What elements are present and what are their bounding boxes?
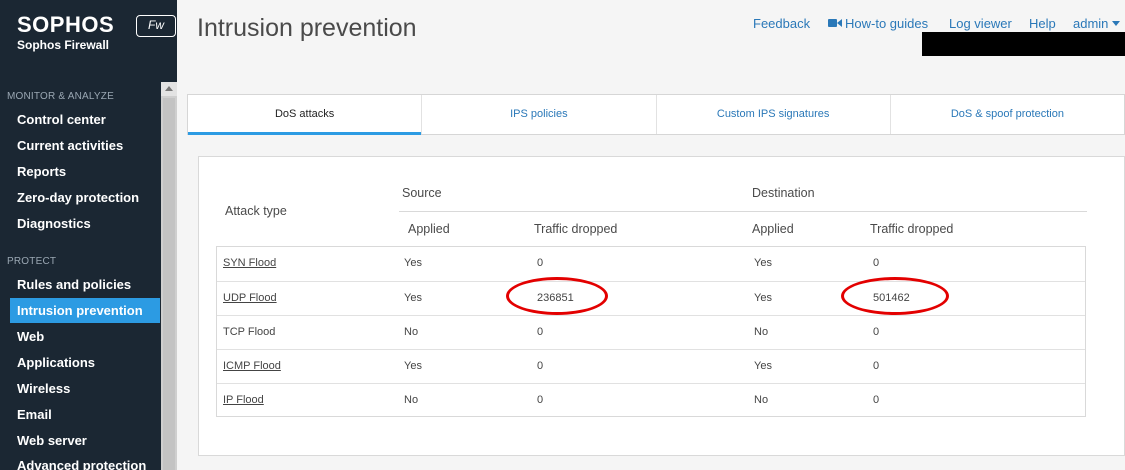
highlight-circle-destination [841,277,949,315]
video-camera-icon [828,19,842,27]
attack-type-link[interactable]: UDP Flood [223,282,277,315]
column-header-source-dropped: Traffic dropped [534,222,618,236]
attack-type-link[interactable]: ICMP Flood [223,350,281,383]
destination-applied: Yes [754,360,772,372]
sidebar-item-wireless[interactable]: Wireless [10,376,160,401]
dos-attacks-table: SYN Flood Yes 0 Yes 0 UDP Flood Yes 2368… [216,246,1086,417]
destination-traffic-dropped: 0 [873,257,880,269]
log-viewer-link[interactable]: Log viewer [949,16,1012,31]
destination-traffic-dropped: 0 [873,326,880,338]
scroll-up-arrow-icon[interactable] [161,82,177,96]
brand-name: SOPHOS [17,12,115,37]
table-row: UDP Flood Yes 236851 Yes 501462 [217,281,1085,315]
attack-type-label: TCP Flood [223,326,276,338]
firewall-badge: Fw [136,15,176,37]
redaction-block [922,32,1125,56]
destination-applied: Yes [754,257,772,269]
table-row: IP Flood No 0 No 0 [217,383,1085,417]
sidebar-item-advanced-protection[interactable]: Advanced protection [10,453,160,470]
scroll-thumb[interactable] [163,98,175,470]
brand-subtitle: Sophos Firewall [17,38,110,52]
destination-applied: Yes [754,292,772,304]
destination-traffic-dropped: 0 [873,360,880,372]
sidebar-item-zero-day-protection[interactable]: Zero-day protection [10,185,160,210]
source-traffic-dropped: 0 [537,394,544,406]
tab-dos-attacks[interactable]: DoS attacks [188,95,422,135]
admin-label: admin [1073,16,1109,31]
sidebar-item-diagnostics[interactable]: Diagnostics [10,211,160,236]
sidebar-item-control-center[interactable]: Control center [10,107,160,132]
column-header-attack-type: Attack type [225,204,287,218]
sidebar-item-current-activities[interactable]: Current activities [10,133,160,158]
sidebar-item-applications[interactable]: Applications [10,350,160,375]
group-divider [399,211,1087,212]
source-applied: Yes [404,292,422,304]
column-header-destination-applied: Applied [752,222,794,236]
table-row: SYN Flood Yes 0 Yes 0 [217,247,1085,281]
feedback-link[interactable]: Feedback [753,16,810,31]
nav-section-monitor: MONITOR & ANALYZE [7,91,114,102]
column-group-source: Source [402,186,442,200]
source-traffic-dropped: 0 [537,257,544,269]
sidebar-item-intrusion-prevention[interactable]: Intrusion prevention [10,298,160,323]
tab-custom-ips-signatures[interactable]: Custom IPS signatures [655,95,890,134]
tab-ips-policies[interactable]: IPS policies [421,95,655,134]
tab-bar: DoS attacks IPS policies Custom IPS sign… [187,94,1125,135]
brand-logo: SOPHOS Fw Sophos Firewall [17,12,176,52]
source-applied: No [404,326,419,338]
chevron-down-icon [1112,21,1121,26]
source-applied: Yes [404,257,422,269]
sidebar-item-web-server[interactable]: Web server [10,428,160,453]
sidebar: SOPHOS Fw Sophos Firewall MONITOR & ANAL… [0,0,177,470]
highlight-circle-source [506,277,608,315]
admin-menu[interactable]: admin [1073,16,1121,31]
column-group-destination: Destination [752,186,815,200]
sidebar-item-reports[interactable]: Reports [10,159,160,184]
column-header-destination-dropped: Traffic dropped [870,222,954,236]
sidebar-item-web[interactable]: Web [10,324,160,349]
sidebar-item-email[interactable]: Email [10,402,160,427]
table-row: TCP Flood No 0 No 0 [217,315,1085,349]
column-header-source-applied: Applied [408,222,450,236]
source-applied: No [404,394,419,406]
destination-applied: No [754,326,769,338]
app-window: SOPHOS Fw Sophos Firewall MONITOR & ANAL… [0,0,1125,470]
sidebar-item-rules-and-policies[interactable]: Rules and policies [10,272,160,297]
tab-dos-spoof-protection[interactable]: DoS & spoof protection [889,95,1124,134]
sidebar-scrollbar[interactable] [161,82,177,470]
source-applied: Yes [404,360,422,372]
help-link[interactable]: Help [1029,16,1056,31]
attack-type-link[interactable]: SYN Flood [223,247,276,280]
source-traffic-dropped: 0 [537,326,544,338]
destination-applied: No [754,394,769,406]
how-to-guides-link[interactable]: How-to guides [845,16,928,31]
source-traffic-dropped: 0 [537,360,544,372]
nav-section-protect: PROTECT [7,256,57,267]
table-row: ICMP Flood Yes 0 Yes 0 [217,349,1085,383]
dos-attacks-panel: Attack type Source Destination Applied T… [198,156,1125,456]
attack-type-link[interactable]: IP Flood [223,384,264,417]
destination-traffic-dropped: 0 [873,394,880,406]
page-title: Intrusion prevention [197,14,417,42]
